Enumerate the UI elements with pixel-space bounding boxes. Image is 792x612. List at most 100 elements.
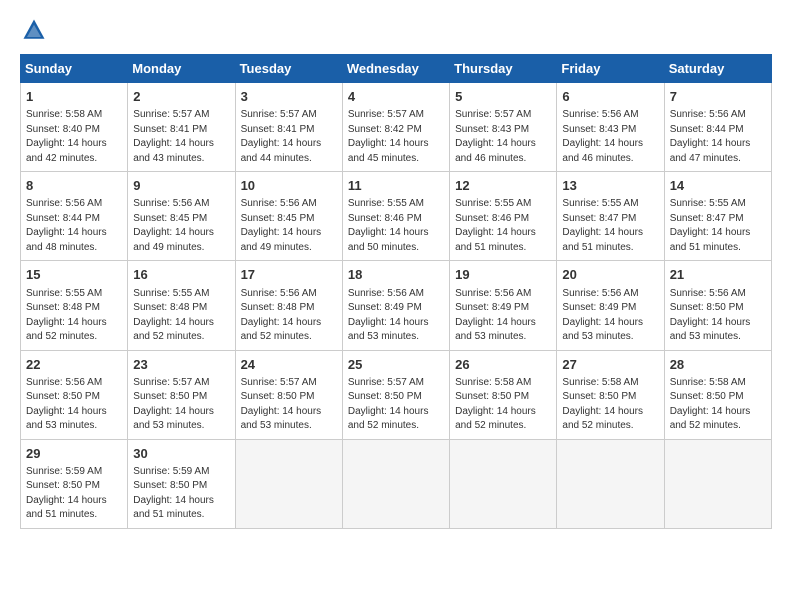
day-info: Sunrise: 5:55 AM Sunset: 8:47 PM Dayligh…: [670, 197, 766, 255]
day-info: Sunrise: 5:55 AM Sunset: 8:47 PM Dayligh…: [562, 197, 658, 255]
calendar-cell: 14Sunrise: 5:55 AM Sunset: 8:47 PM Dayli…: [664, 172, 771, 261]
day-number: 8: [26, 177, 122, 195]
day-number: 29: [26, 445, 122, 463]
day-number: 15: [26, 266, 122, 284]
page: SundayMondayTuesdayWednesdayThursdayFrid…: [0, 0, 792, 612]
day-number: 3: [241, 88, 337, 106]
day-number: 1: [26, 88, 122, 106]
calendar-cell: [557, 439, 664, 528]
day-info: Sunrise: 5:55 AM Sunset: 8:46 PM Dayligh…: [455, 197, 551, 255]
day-info: Sunrise: 5:59 AM Sunset: 8:50 PM Dayligh…: [133, 465, 229, 523]
day-info: Sunrise: 5:58 AM Sunset: 8:50 PM Dayligh…: [455, 376, 551, 434]
weekday-header-row: SundayMondayTuesdayWednesdayThursdayFrid…: [21, 55, 772, 83]
day-info: Sunrise: 5:55 AM Sunset: 8:48 PM Dayligh…: [133, 287, 229, 345]
day-number: 9: [133, 177, 229, 195]
day-info: Sunrise: 5:57 AM Sunset: 8:41 PM Dayligh…: [241, 108, 337, 166]
day-info: Sunrise: 5:58 AM Sunset: 8:40 PM Dayligh…: [26, 108, 122, 166]
logo-icon: [20, 16, 48, 44]
calendar-cell: 16Sunrise: 5:55 AM Sunset: 8:48 PM Dayli…: [128, 261, 235, 350]
day-info: Sunrise: 5:56 AM Sunset: 8:45 PM Dayligh…: [241, 197, 337, 255]
weekday-monday: Monday: [128, 55, 235, 83]
day-number: 26: [455, 356, 551, 374]
calendar-week-row: 22 Sunrise: 5:56 AM Sunset: 8:50 PM Dayli…: [21, 350, 772, 439]
calendar-cell: 5 Sunrise: 5:57 AM Sunset: 8:43 PM Daylig…: [450, 83, 557, 172]
calendar-cell: 26 Sunrise: 5:58 AM Sunset: 8:50 PM Dayli…: [450, 350, 557, 439]
calendar-cell: 20 Sunrise: 5:56 AM Sunset: 8:49 PM Dayli…: [557, 261, 664, 350]
calendar-cell: [664, 439, 771, 528]
day-number: 4: [348, 88, 444, 106]
day-number: 6: [562, 88, 658, 106]
header: [20, 16, 772, 44]
day-number: 25: [348, 356, 444, 374]
day-number: 5: [455, 88, 551, 106]
weekday-wednesday: Wednesday: [342, 55, 449, 83]
calendar-cell: 10 Sunrise: 5:56 AM Sunset: 8:45 PM Dayli…: [235, 172, 342, 261]
day-number: 12: [455, 177, 551, 195]
day-number: 13: [562, 177, 658, 195]
day-info: Sunrise: 5:58 AM Sunset: 8:50 PM Dayligh…: [562, 376, 658, 434]
calendar-cell: 8 Sunrise: 5:56 AM Sunset: 8:44 PM Daylig…: [21, 172, 128, 261]
day-number: 22: [26, 356, 122, 374]
calendar-cell: 30 Sunrise: 5:59 AM Sunset: 8:50 PM Dayli…: [128, 439, 235, 528]
day-number: 30: [133, 445, 229, 463]
calendar-cell: [342, 439, 449, 528]
day-number: 11: [348, 177, 444, 195]
calendar-body: 1 Sunrise: 5:58 AM Sunset: 8:40 PM Daylig…: [21, 83, 772, 529]
day-number: 18: [348, 266, 444, 284]
calendar-cell: [235, 439, 342, 528]
calendar-week-row: 8 Sunrise: 5:56 AM Sunset: 8:44 PM Daylig…: [21, 172, 772, 261]
day-number: 24: [241, 356, 337, 374]
calendar-cell: 7 Sunrise: 5:56 AM Sunset: 8:44 PM Daylig…: [664, 83, 771, 172]
calendar-cell: 15Sunrise: 5:55 AM Sunset: 8:48 PM Dayli…: [21, 261, 128, 350]
calendar-cell: 28Sunrise: 5:58 AM Sunset: 8:50 PM Dayli…: [664, 350, 771, 439]
day-info: Sunrise: 5:58 AM Sunset: 8:50 PM Dayligh…: [670, 376, 766, 434]
day-number: 21: [670, 266, 766, 284]
calendar-week-row: 29 Sunrise: 5:59 AM Sunset: 8:50 PM Dayli…: [21, 439, 772, 528]
day-number: 10: [241, 177, 337, 195]
calendar-cell: 4Sunrise: 5:57 AM Sunset: 8:42 PM Daylig…: [342, 83, 449, 172]
day-number: 27: [562, 356, 658, 374]
calendar-cell: 18 Sunrise: 5:56 AM Sunset: 8:49 PM Dayli…: [342, 261, 449, 350]
calendar-cell: 1 Sunrise: 5:58 AM Sunset: 8:40 PM Daylig…: [21, 83, 128, 172]
day-info: Sunrise: 5:57 AM Sunset: 8:50 PM Dayligh…: [348, 376, 444, 434]
weekday-tuesday: Tuesday: [235, 55, 342, 83]
calendar-cell: 11Sunrise: 5:55 AM Sunset: 8:46 PM Dayli…: [342, 172, 449, 261]
calendar-cell: 2 Sunrise: 5:57 AM Sunset: 8:41 PM Daylig…: [128, 83, 235, 172]
calendar-cell: 22 Sunrise: 5:56 AM Sunset: 8:50 PM Dayli…: [21, 350, 128, 439]
calendar-cell: 12 Sunrise: 5:55 AM Sunset: 8:46 PM Dayli…: [450, 172, 557, 261]
weekday-friday: Friday: [557, 55, 664, 83]
weekday-thursday: Thursday: [450, 55, 557, 83]
weekday-sunday: Sunday: [21, 55, 128, 83]
calendar-cell: 23Sunrise: 5:57 AM Sunset: 8:50 PM Dayli…: [128, 350, 235, 439]
calendar-cell: [450, 439, 557, 528]
day-info: Sunrise: 5:57 AM Sunset: 8:50 PM Dayligh…: [133, 376, 229, 434]
day-info: Sunrise: 5:57 AM Sunset: 8:50 PM Dayligh…: [241, 376, 337, 434]
day-number: 19: [455, 266, 551, 284]
day-info: Sunrise: 5:56 AM Sunset: 8:44 PM Dayligh…: [670, 108, 766, 166]
calendar-cell: 17 Sunrise: 5:56 AM Sunset: 8:48 PM Dayli…: [235, 261, 342, 350]
day-info: Sunrise: 5:56 AM Sunset: 8:49 PM Dayligh…: [348, 287, 444, 345]
day-number: 2: [133, 88, 229, 106]
day-number: 17: [241, 266, 337, 284]
day-info: Sunrise: 5:56 AM Sunset: 8:44 PM Dayligh…: [26, 197, 122, 255]
calendar-cell: 29 Sunrise: 5:59 AM Sunset: 8:50 PM Dayli…: [21, 439, 128, 528]
calendar-week-row: 1 Sunrise: 5:58 AM Sunset: 8:40 PM Daylig…: [21, 83, 772, 172]
calendar-cell: 6Sunrise: 5:56 AM Sunset: 8:43 PM Daylig…: [557, 83, 664, 172]
day-info: Sunrise: 5:57 AM Sunset: 8:43 PM Dayligh…: [455, 108, 551, 166]
calendar-table: SundayMondayTuesdayWednesdayThursdayFrid…: [20, 54, 772, 529]
day-info: Sunrise: 5:57 AM Sunset: 8:41 PM Dayligh…: [133, 108, 229, 166]
day-info: Sunrise: 5:56 AM Sunset: 8:50 PM Dayligh…: [26, 376, 122, 434]
day-info: Sunrise: 5:59 AM Sunset: 8:50 PM Dayligh…: [26, 465, 122, 523]
logo: [20, 16, 52, 44]
day-info: Sunrise: 5:56 AM Sunset: 8:48 PM Dayligh…: [241, 287, 337, 345]
day-info: Sunrise: 5:56 AM Sunset: 8:49 PM Dayligh…: [562, 287, 658, 345]
calendar-cell: 25 Sunrise: 5:57 AM Sunset: 8:50 PM Dayli…: [342, 350, 449, 439]
calendar-cell: 24 Sunrise: 5:57 AM Sunset: 8:50 PM Dayli…: [235, 350, 342, 439]
day-number: 7: [670, 88, 766, 106]
calendar-cell: 9 Sunrise: 5:56 AM Sunset: 8:45 PM Daylig…: [128, 172, 235, 261]
calendar-cell: 3 Sunrise: 5:57 AM Sunset: 8:41 PM Daylig…: [235, 83, 342, 172]
day-info: Sunrise: 5:56 AM Sunset: 8:45 PM Dayligh…: [133, 197, 229, 255]
day-number: 20: [562, 266, 658, 284]
day-info: Sunrise: 5:56 AM Sunset: 8:49 PM Dayligh…: [455, 287, 551, 345]
calendar-cell: 19 Sunrise: 5:56 AM Sunset: 8:49 PM Dayli…: [450, 261, 557, 350]
